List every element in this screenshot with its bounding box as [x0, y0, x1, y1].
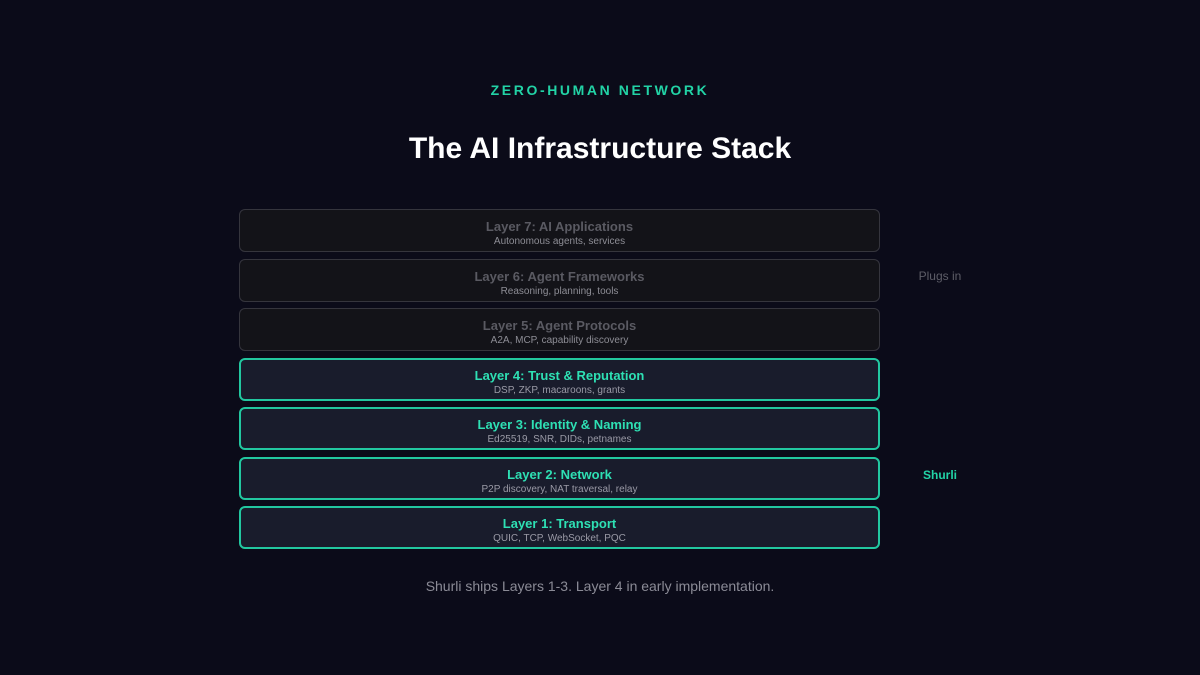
shurli-label: Shurli	[922, 468, 957, 482]
layer-2-box: Layer 2: Network P2P discovery, NAT trav…	[239, 456, 880, 500]
layer-1-description: QUIC, TCP, WebSocket, PQC	[493, 533, 626, 544]
page-title: The AI Infrastructure Stack	[408, 132, 792, 165]
layer-4-name: Layer 4: Trust & Reputation	[474, 367, 645, 383]
layer-4-box: Layer 4: Trust & Reputation DSP, ZKP, ma…	[239, 357, 880, 401]
section-eyebrow: ZERO-HUMAN NETWORK	[490, 82, 710, 98]
layer-5-name: Layer 5: Agent Protocols	[482, 318, 637, 333]
layer-2-description: P2P discovery, NAT traversal, relay	[481, 483, 638, 495]
layer-2-name: Layer 2: Network	[507, 466, 612, 482]
layer-1-box: Layer 1: Transport QUIC, TCP, WebSocket,…	[239, 506, 880, 549]
layer-stack: Layer 7: AI Applications Autonomous agen…	[239, 209, 880, 556]
layer-3-box: Layer 3: Identity & Naming Ed25519, SNR,…	[239, 407, 880, 450]
layer-6-box: Layer 6: Agent Frameworks Reasoning, pla…	[239, 258, 880, 302]
layer-7-name: Layer 7: AI Applications	[485, 219, 634, 234]
layer-7-description: Autonomous agents, services	[493, 236, 626, 247]
layer-1-name: Layer 1: Transport	[502, 516, 617, 531]
plugs-in-label: Plugs in	[918, 269, 962, 283]
layer-6-name: Layer 6: Agent Frameworks	[474, 268, 645, 284]
footer-note: Shurli ships Layers 1-3. Layer 4 in earl…	[425, 578, 775, 594]
layer-5-description: A2A, MCP, capability discovery	[490, 335, 629, 346]
layer-3-name: Layer 3: Identity & Naming	[477, 417, 642, 432]
layer-5-box: Layer 5: Agent Protocols A2A, MCP, capab…	[239, 308, 880, 351]
layer-4-description: DSP, ZKP, macaroons, grants	[493, 384, 626, 396]
layer-6-description: Reasoning, planning, tools	[500, 285, 619, 297]
layer-7-box: Layer 7: AI Applications Autonomous agen…	[239, 209, 880, 252]
layer-3-description: Ed25519, SNR, DIDs, petnames	[487, 434, 632, 445]
